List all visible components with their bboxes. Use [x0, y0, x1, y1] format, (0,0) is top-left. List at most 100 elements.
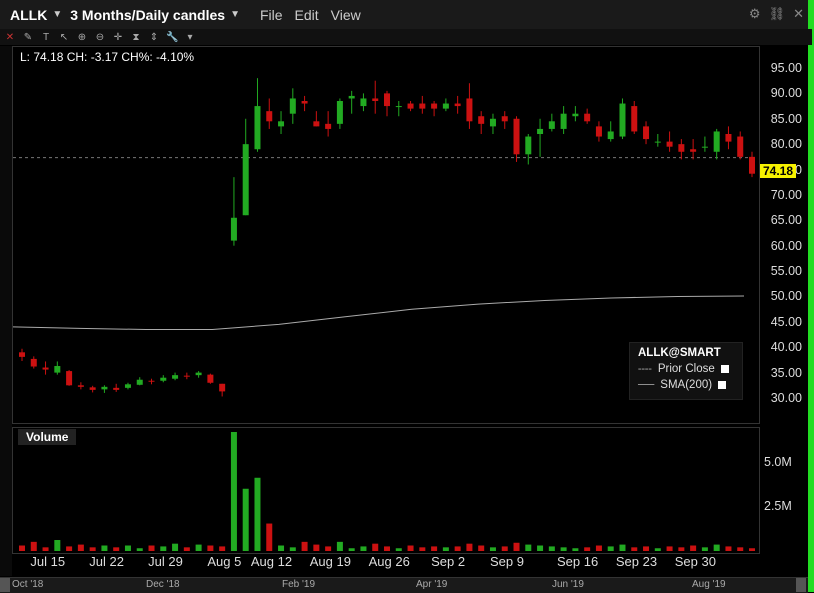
navigator-right-handle[interactable]	[796, 578, 806, 592]
sma-checkbox[interactable]	[718, 381, 727, 389]
volume-bar	[442, 547, 449, 551]
volume-bar	[572, 548, 579, 551]
volume-label: Volume	[18, 429, 77, 445]
volume-bar	[219, 546, 226, 551]
volume-bar	[690, 545, 697, 551]
candle-body	[454, 103, 461, 107]
volume-bar	[678, 547, 685, 551]
candle-body	[372, 98, 379, 101]
candle-body	[442, 103, 449, 109]
candle-body	[360, 98, 367, 107]
candle-body	[690, 149, 697, 152]
price-tick: 80.00	[770, 137, 802, 152]
candle-body	[584, 113, 591, 122]
candle-body	[631, 106, 638, 132]
price-tick: 30.00	[770, 391, 802, 405]
volume-bar	[454, 546, 461, 551]
volume-bar	[631, 547, 638, 551]
date-tick: Jul 29	[148, 554, 183, 569]
navigator-bar[interactable]: Oct '18 Dec '18 Feb '19 Apr '19 Jun '19 Aug '…	[0, 577, 808, 593]
price-tick: 45.00	[770, 314, 802, 329]
last-price-tag: 74.18	[760, 164, 797, 178]
candle-body	[548, 121, 555, 129]
candle-body	[136, 379, 143, 385]
date-tick: Aug 12	[250, 554, 293, 569]
candle-body	[713, 131, 720, 152]
volume-bar	[66, 546, 73, 551]
candle-body	[313, 121, 320, 127]
candle-body	[207, 374, 214, 383]
volume-bar	[348, 548, 355, 551]
volume-bar	[654, 548, 661, 551]
volume-bar	[525, 544, 532, 551]
volume-bar	[419, 547, 426, 551]
date-axis: Jul 15 Jul 22 Jul 29 Aug 5 Aug 12 Aug 19 Aug 2…	[12, 552, 758, 574]
volume-bar	[207, 545, 214, 551]
volume-bar	[183, 547, 190, 551]
price-info-line: L: 74.18 CH: -3.17 CH%: -4.10%	[20, 50, 195, 64]
candle-body	[195, 372, 202, 376]
date-tick: Sep 2	[431, 554, 466, 569]
volume-bar	[42, 547, 49, 551]
price-tick: 40.00	[770, 340, 802, 355]
candle-body	[66, 371, 73, 386]
navigator-label: Aug '19	[692, 579, 726, 590]
volume-bar	[713, 544, 720, 551]
candle-body	[230, 217, 237, 241]
volume-bar	[113, 547, 120, 551]
prior-close-checkbox[interactable]	[720, 365, 729, 373]
candle-body	[431, 103, 438, 109]
candle-body	[89, 387, 96, 390]
navigator-label: Apr '19	[416, 579, 448, 590]
volume-bar	[407, 545, 414, 551]
candle-body	[525, 136, 532, 155]
candle-body	[101, 386, 108, 390]
legend-sma[interactable]: ── SMA(200)	[638, 379, 742, 391]
candle-body	[183, 375, 190, 377]
candle-body	[113, 387, 120, 390]
price-tick: 50.00	[770, 289, 802, 304]
date-tick: Aug 5	[207, 554, 242, 569]
chart-legend: ALLK@SMART ╌╌ Prior Close ── SMA(200)	[629, 342, 743, 400]
volume-bar	[160, 546, 167, 551]
legend-prior-close-label: Prior Close	[657, 363, 715, 375]
date-tick: Jul 22	[89, 554, 124, 569]
candle-body	[701, 146, 708, 148]
candle-body	[289, 98, 296, 114]
price-axis[interactable]: 95.0090.0085.0080.0075.0070.0065.0060.00…	[758, 46, 808, 422]
date-tick: Sep 30	[674, 554, 716, 569]
navigator-label: Dec '18	[146, 579, 180, 590]
navigator-label: Feb '19	[282, 579, 316, 590]
price-tick: 60.00	[770, 238, 802, 253]
volume-bar	[584, 547, 591, 551]
volume-bar	[749, 548, 755, 551]
candle-body	[501, 116, 508, 122]
candle-body	[242, 144, 249, 216]
candle-body	[537, 128, 544, 134]
volume-bar	[737, 547, 744, 551]
legend-prior-close[interactable]: ╌╌ Prior Close	[638, 362, 742, 376]
candle-body	[219, 383, 226, 392]
volume-bar	[195, 544, 202, 551]
navigator-label: Oct '18	[12, 579, 44, 590]
price-tick: 55.00	[770, 264, 802, 279]
candle-body	[489, 118, 496, 127]
volume-bar	[89, 547, 96, 551]
navigator-left-handle[interactable]	[0, 578, 10, 592]
volume-tick-2-5m: 2.5M	[764, 499, 792, 513]
volume-bar	[595, 545, 602, 551]
volume-bar	[136, 548, 143, 551]
volume-bar	[336, 541, 343, 551]
candle-body	[384, 93, 390, 107]
candle-body	[407, 103, 414, 109]
volume-bar	[124, 545, 131, 551]
legend-sma-label: SMA(200)	[660, 379, 713, 391]
candle-body	[678, 144, 685, 152]
volume-bar	[501, 546, 508, 551]
date-tick: Aug 26	[368, 554, 410, 569]
date-tick: Sep 9	[489, 554, 524, 569]
legend-title: ALLK@SMART	[638, 347, 721, 359]
volume-bar	[289, 547, 296, 551]
candle-body	[560, 113, 567, 129]
volume-bar	[548, 546, 555, 551]
